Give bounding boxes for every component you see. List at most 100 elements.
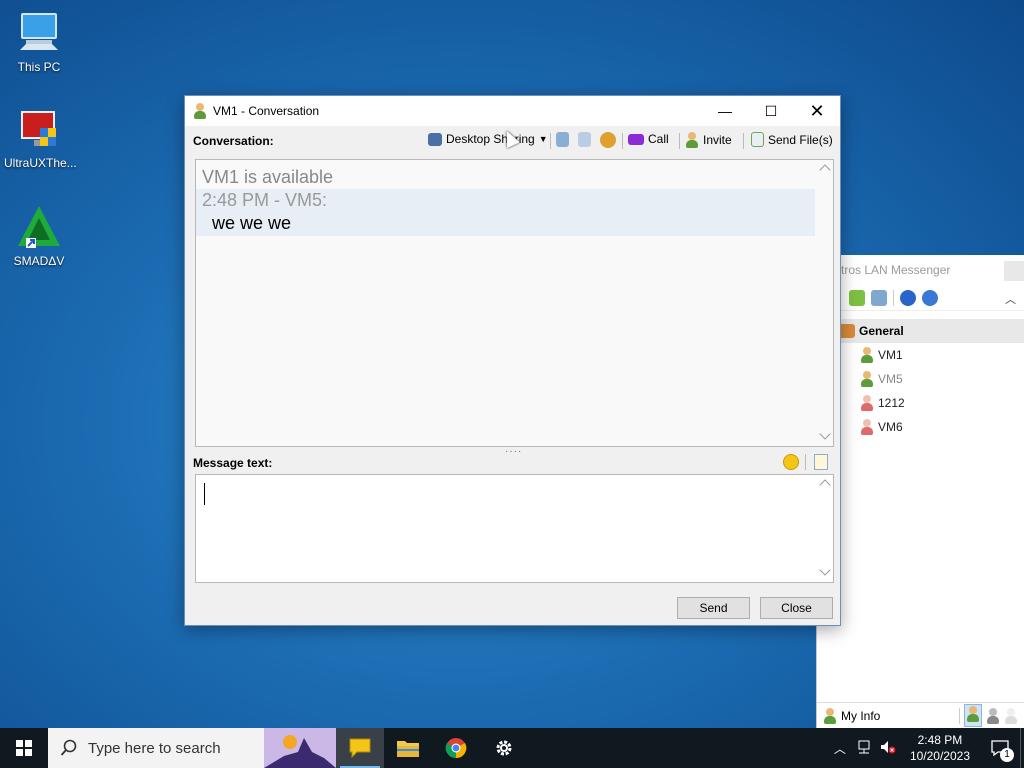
broadcast-icon bbox=[600, 132, 616, 148]
call-label: Call bbox=[648, 132, 669, 146]
my-status-icon[interactable] bbox=[823, 707, 837, 724]
user-offline-icon bbox=[860, 419, 874, 435]
scroll-up-icon[interactable] bbox=[819, 479, 831, 491]
desktop-icon-ultraux[interactable]: UltraUXThe... bbox=[4, 106, 77, 170]
conversation-window: VM1 - Conversation — ☐ ✕ Conversation: D… bbox=[184, 95, 841, 626]
splitter-grip[interactable]: ···· bbox=[505, 447, 521, 457]
history-scrollbar[interactable] bbox=[817, 160, 833, 446]
transfers-button[interactable] bbox=[578, 132, 591, 147]
contact-vm6[interactable]: VM6 bbox=[817, 415, 1024, 439]
volume-muted-icon[interactable] bbox=[876, 740, 900, 757]
toolbar-separator bbox=[550, 133, 551, 149]
history-button[interactable] bbox=[556, 132, 569, 147]
minimize-icon[interactable]: — bbox=[702, 96, 748, 126]
messenger-statusbar: My Info bbox=[817, 702, 1024, 728]
network-icon[interactable] bbox=[852, 740, 876, 757]
user-online-icon bbox=[860, 371, 874, 387]
invite-button[interactable]: Invite bbox=[685, 132, 732, 148]
info-icon[interactable] bbox=[922, 289, 938, 306]
network-icon-svg bbox=[858, 740, 870, 753]
close-icon[interactable] bbox=[1004, 261, 1024, 281]
user-online-icon bbox=[966, 706, 980, 722]
transfers-icon bbox=[578, 132, 591, 147]
help-icon[interactable] bbox=[900, 289, 916, 306]
smadav-icon bbox=[16, 204, 62, 250]
desktop-icon-this-pc[interactable]: This PC bbox=[4, 10, 74, 74]
clock[interactable]: 2:48 PM 10/20/2023 bbox=[900, 732, 980, 764]
scroll-down-icon[interactable] bbox=[819, 564, 831, 576]
folder-icon[interactable] bbox=[849, 289, 865, 306]
maximize-icon[interactable]: ☐ bbox=[748, 96, 794, 126]
windows-icon bbox=[16, 740, 32, 756]
chevron-up-icon[interactable]: ︿ bbox=[1005, 291, 1016, 307]
group-general[interactable]: General bbox=[817, 319, 1024, 343]
gear-icon bbox=[496, 740, 512, 756]
messenger-main-window: tros LAN Messenger ︿ General VM1 VM5 121… bbox=[816, 255, 1024, 728]
desktop-icon-label: UltraUXThe... bbox=[4, 156, 77, 170]
status-available-button[interactable] bbox=[964, 704, 982, 727]
contact-vm1[interactable]: VM1 bbox=[817, 343, 1024, 367]
start-button[interactable] bbox=[0, 728, 48, 768]
font-icon[interactable] bbox=[814, 454, 828, 470]
broadcast-button[interactable] bbox=[600, 132, 616, 148]
desktop-icon-smadav[interactable]: SMADΔV bbox=[4, 204, 74, 268]
message-text: we we we bbox=[196, 212, 815, 236]
send-button[interactable]: Send bbox=[677, 597, 750, 619]
send-files-button[interactable]: Send File(s) bbox=[751, 132, 833, 147]
desktop-icon-label: SMADΔV bbox=[13, 254, 65, 268]
send-file-icon bbox=[751, 132, 764, 147]
user-online-icon bbox=[193, 103, 207, 119]
search-box[interactable]: Type here to search bbox=[48, 728, 336, 768]
desktop-sharing-button[interactable]: Desktop Sharing ▼ bbox=[428, 132, 548, 146]
contact-name: 1212 bbox=[878, 396, 905, 410]
close-icon[interactable]: ✕ bbox=[794, 96, 840, 126]
scroll-down-icon[interactable] bbox=[819, 428, 831, 440]
action-center-button[interactable]: 1 bbox=[980, 728, 1020, 768]
taskbar-settings[interactable] bbox=[480, 728, 528, 768]
history-icon bbox=[556, 132, 569, 147]
contact-name: VM1 bbox=[878, 348, 903, 362]
system-tray: ︿ 2:48 PM 10/20/2023 1 bbox=[828, 728, 1024, 768]
text-caret bbox=[204, 483, 205, 505]
chevron-up-icon[interactable]: ︿ bbox=[828, 740, 852, 757]
messenger-title: tros LAN Messenger bbox=[841, 263, 951, 277]
message-input[interactable] bbox=[195, 474, 834, 583]
invite-label: Invite bbox=[703, 133, 732, 147]
input-scrollbar[interactable] bbox=[817, 475, 833, 582]
send-files-label: Send File(s) bbox=[768, 132, 833, 147]
messenger-icon bbox=[349, 738, 371, 759]
my-info-link[interactable]: My Info bbox=[841, 709, 880, 723]
show-desktop-button[interactable] bbox=[1020, 728, 1024, 768]
taskbar-lan-messenger[interactable] bbox=[336, 728, 384, 768]
desktop-sharing-icon bbox=[428, 132, 442, 146]
chevron-down-icon: ▼ bbox=[538, 134, 548, 144]
messenger-titlebar: tros LAN Messenger bbox=[817, 255, 1024, 285]
conversation-title: VM1 - Conversation bbox=[213, 104, 320, 118]
call-button[interactable]: Call bbox=[628, 132, 669, 146]
conversation-titlebar: VM1 - Conversation — ☐ ✕ bbox=[185, 96, 840, 126]
emoticon-icon[interactable] bbox=[783, 454, 799, 470]
taskbar-file-explorer[interactable] bbox=[384, 728, 432, 768]
close-button[interactable]: Close bbox=[760, 597, 833, 619]
toolbar-separator bbox=[679, 133, 680, 149]
taskbar: Type here to search ︿ 2:48 PM 10/20/2023… bbox=[0, 728, 1024, 768]
scroll-up-icon[interactable] bbox=[819, 164, 831, 176]
taskbar-chrome[interactable] bbox=[432, 728, 480, 768]
contact-name: VM6 bbox=[878, 420, 903, 434]
conversation-history[interactable]: VM1 is available 2:48 PM - VM5: we we we bbox=[195, 159, 834, 447]
conversation-label: Conversation: bbox=[193, 134, 274, 148]
group-icon bbox=[839, 324, 855, 338]
search-highlight-icon bbox=[264, 728, 336, 768]
contact-vm5[interactable]: VM5 bbox=[817, 367, 1024, 391]
history-icon[interactable] bbox=[871, 289, 887, 306]
status-busy-button[interactable] bbox=[986, 707, 1000, 724]
statusbar-separator bbox=[959, 707, 960, 724]
group-label: General bbox=[859, 324, 904, 338]
search-icon bbox=[60, 739, 77, 756]
contact-1212[interactable]: 1212 bbox=[817, 391, 1024, 415]
desktop-sharing-label: Desktop Sharing bbox=[446, 132, 535, 146]
user-offline-icon bbox=[860, 395, 874, 411]
messenger-toolbar: ︿ bbox=[817, 285, 1024, 311]
status-offline-button[interactable] bbox=[1004, 707, 1018, 724]
message-sender-line: 2:48 PM - VM5: bbox=[196, 189, 815, 212]
